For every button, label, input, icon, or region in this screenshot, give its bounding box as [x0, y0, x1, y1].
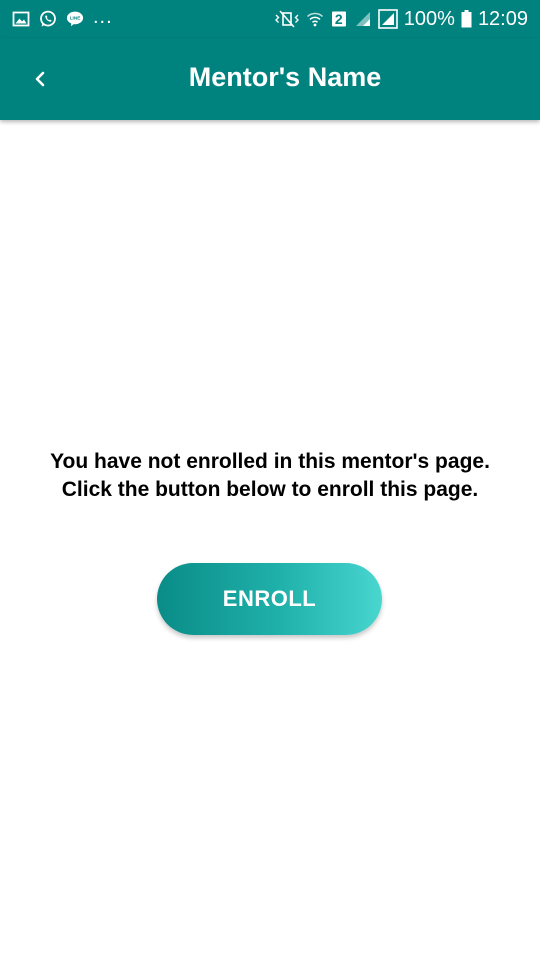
status-bar-system: 2 100% 12:09 [268, 9, 528, 29]
signal-icon [354, 10, 372, 28]
sim-slot-label: 2 [334, 11, 343, 27]
signal-icon [377, 9, 398, 29]
enroll-button[interactable]: ENROLL [157, 563, 382, 635]
enroll-message: You have not enrolled in this mentor's p… [50, 450, 490, 501]
app-bar: Mentor's Name [0, 38, 540, 120]
status-bar: LINE ... 2 100% 12:09 [0, 0, 540, 38]
battery-percentage: 100% [403, 8, 455, 30]
sim-icon: 2 [330, 10, 348, 28]
whatsapp-icon [39, 10, 57, 28]
status-time: 12:09 [477, 8, 528, 30]
more-notifications-indicator: ... [93, 6, 113, 28]
line-icon: LINE [66, 10, 84, 28]
main-content: You have not enrolled in this mentor's p… [0, 120, 540, 960]
battery-icon [461, 10, 472, 28]
back-button[interactable] [22, 61, 58, 97]
vibrate-icon [274, 10, 300, 28]
image-icon [12, 10, 30, 28]
status-bar-notifications: LINE ... [12, 6, 122, 28]
back-icon [31, 70, 49, 88]
wifi-icon [306, 10, 324, 28]
page-title: Mentor's Name [188, 62, 382, 92]
svg-text:LINE: LINE [70, 16, 81, 21]
